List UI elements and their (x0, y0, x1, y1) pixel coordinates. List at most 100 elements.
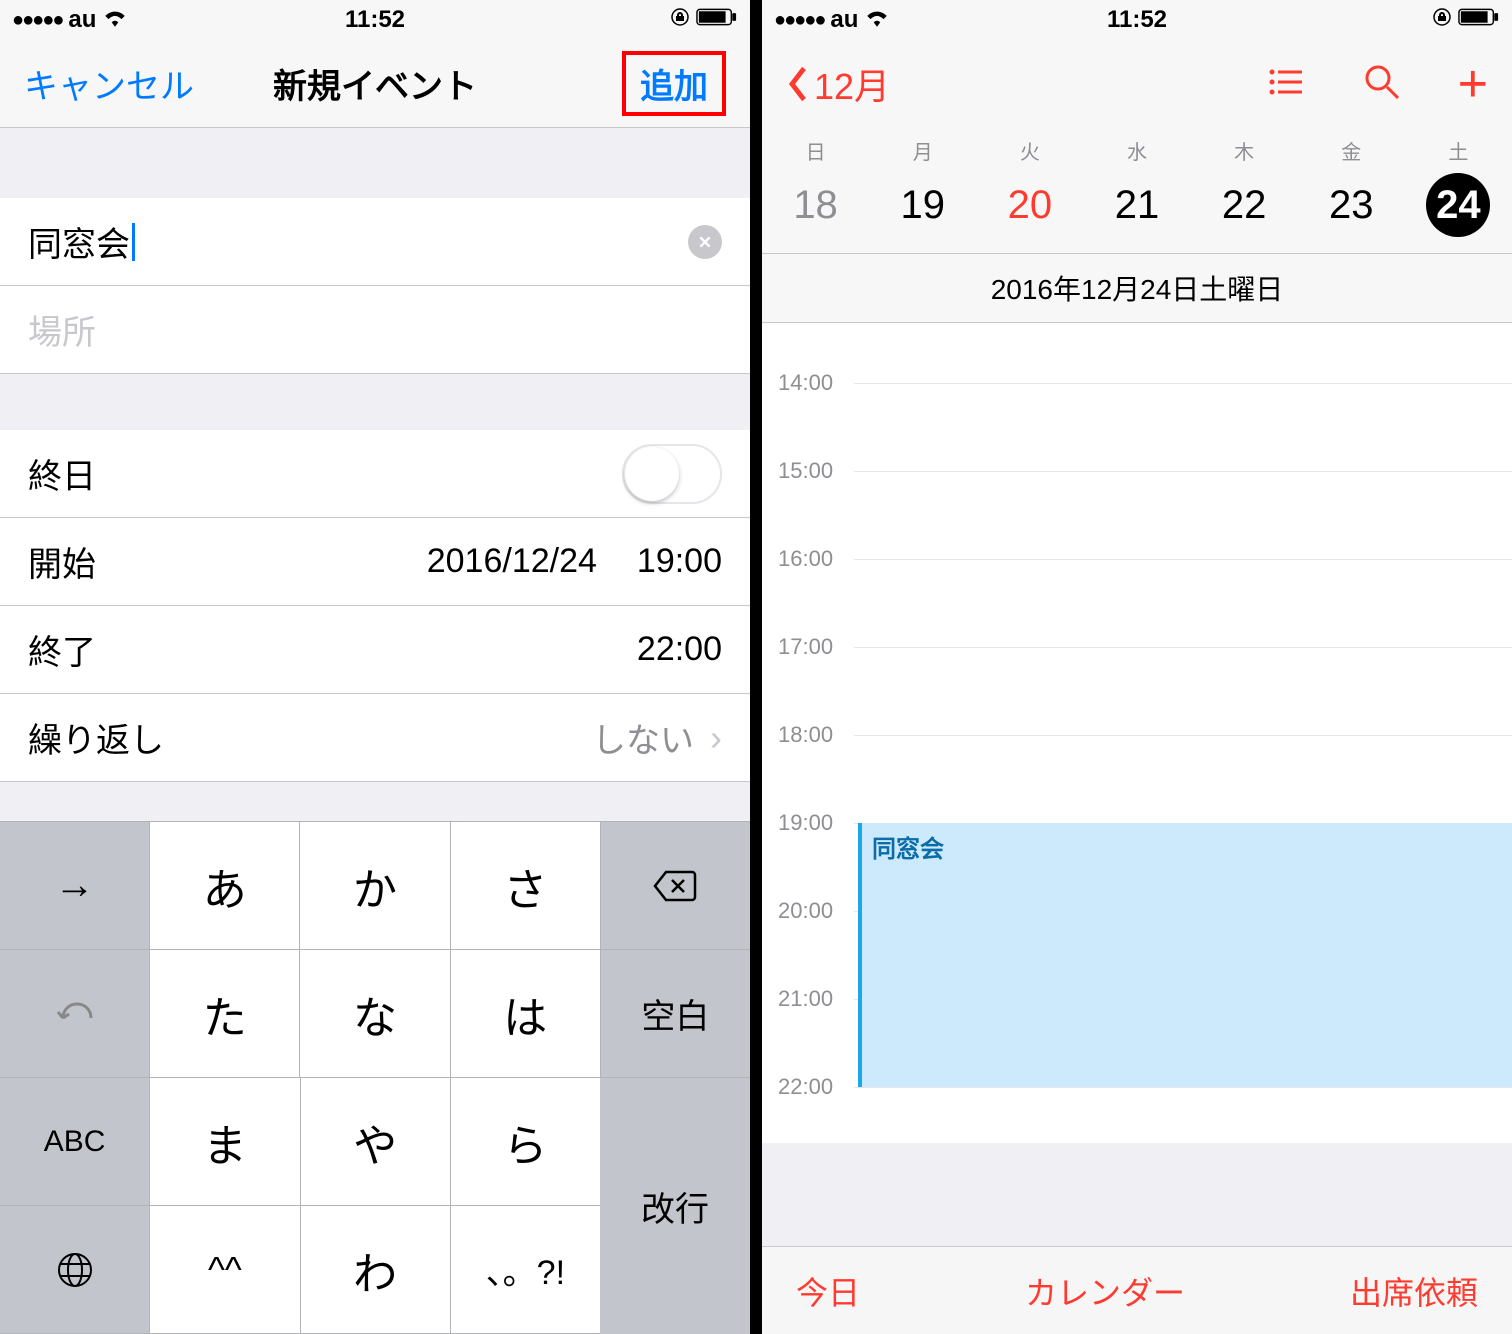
wifi-icon (864, 6, 890, 34)
calendars-button[interactable]: カレンダー (1025, 1268, 1185, 1314)
day-21[interactable]: 21 (1083, 173, 1190, 237)
new-event-screen: ●●●●● au 11:52 キャンセル 新規イベント 追加 同窓会 (0, 0, 756, 1334)
start-time-value: 19:00 (637, 542, 722, 581)
full-date-label: 2016年12月24日土曜日 (762, 254, 1512, 323)
event-title-row[interactable]: 同窓会 (0, 198, 750, 286)
rotation-lock-icon (670, 6, 690, 34)
kb-return[interactable]: 改行 (600, 1078, 750, 1334)
weekday-wed: 水 (1083, 136, 1190, 165)
hour-17: 17:00 (778, 634, 833, 660)
allday-row: 終日 (0, 430, 750, 518)
chevron-right-icon: › (694, 717, 722, 759)
repeat-label: 繰り返し (28, 713, 164, 762)
carrier-label: au (68, 6, 96, 34)
clock: 11:52 (1107, 6, 1167, 34)
kb-key-ra[interactable]: ら (451, 1078, 600, 1206)
event-block[interactable]: 同窓会 (858, 823, 1512, 1087)
day-24[interactable]: 24 (1405, 173, 1512, 237)
day-22[interactable]: 22 (1191, 173, 1298, 237)
hour-22: 22:00 (778, 1074, 833, 1100)
battery-icon (1458, 6, 1500, 34)
nav-bar: キャンセル 新規イベント 追加 (0, 40, 750, 128)
inbox-button[interactable]: 出席依頼 (1350, 1268, 1478, 1314)
allday-toggle[interactable] (622, 444, 722, 504)
weekday-fri: 金 (1298, 136, 1405, 165)
weekday-sat: 土 (1405, 136, 1512, 165)
today-button[interactable]: 今日 (796, 1268, 860, 1314)
day-18[interactable]: 18 (762, 173, 869, 237)
kb-space[interactable]: 空白 (601, 950, 750, 1078)
calendar-nav: 12月 + (762, 40, 1512, 128)
kb-globe[interactable] (0, 1206, 150, 1334)
kb-key-punct[interactable]: 、。?! (451, 1206, 600, 1334)
add-button[interactable]: 追加 (622, 51, 726, 116)
repeat-value: しない (164, 713, 694, 762)
end-time-value: 22:00 (96, 630, 722, 669)
status-bar: ●●●●● au 11:52 (0, 0, 750, 40)
status-bar: ●●●●● au 11:52 (762, 0, 1512, 40)
start-row[interactable]: 開始 2016/12/24 19:00 (0, 518, 750, 606)
location-row[interactable]: 場所 (0, 286, 750, 374)
kb-key-emoticon[interactable]: ^^ (150, 1206, 300, 1334)
clear-text-button[interactable] (688, 225, 722, 259)
weekday-header: 日 月 火 水 木 金 土 (762, 128, 1512, 165)
weekday-tue: 火 (976, 136, 1083, 165)
carrier-label: au (830, 6, 858, 34)
clock: 11:52 (345, 6, 405, 34)
kb-delete[interactable] (601, 822, 750, 950)
bottom-toolbar: 今日 カレンダー 出席依頼 (762, 1246, 1512, 1334)
kb-key-ma[interactable]: ま (150, 1078, 300, 1206)
end-row[interactable]: 終了 22:00 (0, 606, 750, 694)
event-title-input[interactable]: 同窓会 (28, 217, 130, 266)
signal-dots-icon: ●●●●● (12, 9, 62, 32)
battery-icon (696, 6, 738, 34)
back-button[interactable]: 12月 (786, 58, 890, 110)
kb-key-a[interactable]: あ (150, 822, 300, 950)
day-20[interactable]: 20 (976, 173, 1083, 237)
calendar-day-screen: ●●●●● au 11:52 12月 (756, 0, 1512, 1334)
kb-key-ka[interactable]: か (300, 822, 450, 950)
repeat-row[interactable]: 繰り返し しない › (0, 694, 750, 782)
kb-key-na[interactable]: な (300, 950, 450, 1078)
hour-20: 20:00 (778, 898, 833, 924)
start-date-value: 2016/12/24 (96, 542, 597, 581)
rotation-lock-icon (1432, 6, 1452, 34)
end-label: 終了 (28, 625, 96, 674)
allday-label: 終日 (28, 449, 96, 498)
timeline[interactable]: 14:00 15:00 16:00 17:00 18:00 19:00 20:0… (762, 323, 1512, 1143)
day-19[interactable]: 19 (869, 173, 976, 237)
wifi-icon (102, 6, 128, 34)
cancel-button[interactable]: キャンセル (24, 59, 204, 108)
back-month-label: 12月 (814, 58, 890, 110)
kb-key-sa[interactable]: さ (451, 822, 601, 950)
kb-key-ya[interactable]: や (301, 1078, 451, 1206)
kb-key-wa[interactable]: わ (301, 1206, 451, 1334)
hour-21: 21:00 (778, 986, 833, 1012)
search-icon[interactable] (1362, 62, 1402, 107)
start-label: 開始 (28, 537, 96, 586)
section-spacer (0, 128, 750, 198)
day-23[interactable]: 23 (1298, 173, 1405, 237)
kb-undo[interactable] (0, 950, 150, 1078)
list-view-icon[interactable] (1266, 62, 1306, 107)
hour-16: 16:00 (778, 546, 833, 572)
hour-18: 18:00 (778, 722, 833, 748)
weekday-thu: 木 (1191, 136, 1298, 165)
location-placeholder: 場所 (28, 305, 96, 354)
weekday-sun: 日 (762, 136, 869, 165)
hour-15: 15:00 (778, 458, 833, 484)
kb-key-ha[interactable]: は (451, 950, 601, 1078)
signal-dots-icon: ●●●●● (774, 9, 824, 32)
keyboard: → あ か さ た な は 空白 ABC ま や ら (0, 821, 750, 1334)
nav-title: 新規イベント (273, 59, 477, 108)
section-spacer (0, 374, 750, 430)
week-days-row: 18 19 20 21 22 23 24 (762, 165, 1512, 254)
kb-next-candidate[interactable]: → (0, 822, 150, 950)
kb-key-ta[interactable]: た (150, 950, 300, 1078)
add-event-button[interactable]: + (1458, 54, 1488, 114)
weekday-mon: 月 (869, 136, 976, 165)
text-cursor (132, 223, 135, 261)
hour-14: 14:00 (778, 370, 833, 396)
kb-abc[interactable]: ABC (0, 1078, 150, 1206)
hour-19: 19:00 (778, 810, 833, 836)
